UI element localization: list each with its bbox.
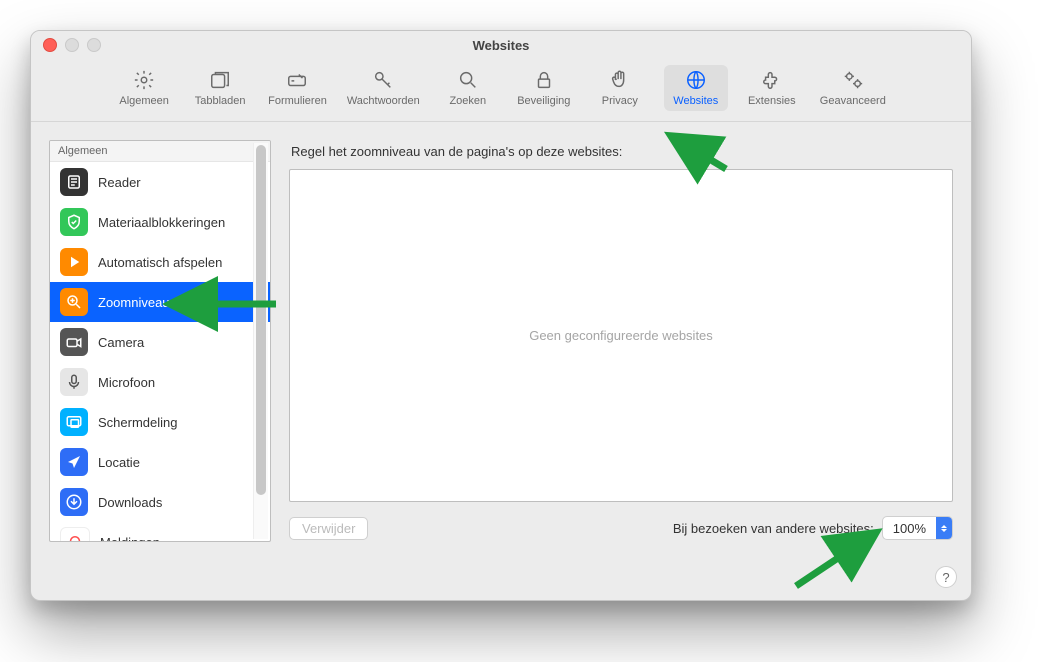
shield-check-icon [60,208,88,236]
window-title: Websites [473,38,530,53]
main-panel: Regel het zoomniveau van de pagina's op … [289,140,953,540]
default-zoom-label: Bij bezoeken van andere websites: [673,521,874,536]
sidebar-item-label: Zoomniveau [98,295,170,310]
bell-icon [60,527,90,542]
minimize-window-button[interactable] [65,38,79,52]
toolbar-label: Tabbladen [195,95,246,107]
sidebar-item-reader[interactable]: Reader [50,162,270,202]
default-zoom-select[interactable]: 100% [882,516,953,540]
select-value: 100% [883,521,936,536]
sidebar: Algemeen Reader Materiaalblokkeringen [49,140,271,542]
toolbar-tab-extensions[interactable]: Extensies [740,65,804,111]
sidebar-item-microphone[interactable]: Microfoon [50,362,270,402]
key-icon [372,69,394,91]
sidebar-item-downloads[interactable]: Downloads [50,482,270,522]
toolbar-label: Zoeken [449,95,486,107]
pencil-card-icon [286,69,308,91]
sidebar-item-label: Schermdeling [98,415,178,430]
sidebar-item-zoom[interactable]: Zoomniveau [50,282,270,322]
scrollbar-thumb[interactable] [256,145,266,495]
traffic-lights [43,38,101,52]
screen-share-icon [60,408,88,436]
preferences-window: Websites Algemeen Tabbladen Formulieren [30,30,972,601]
tabs-icon [209,69,231,91]
toolbar-tab-security[interactable]: Beveiliging [512,65,576,111]
empty-state-text: Geen geconfigureerde websites [529,328,713,343]
sidebar-item-label: Materiaalblokkeringen [98,215,225,230]
configured-websites-list[interactable]: Geen geconfigureerde websites [289,169,953,502]
gear-icon [133,69,155,91]
chevron-up-down-icon [936,517,952,539]
toolbar: Algemeen Tabbladen Formulieren Wachtwoor… [31,59,971,122]
scrollbar[interactable] [253,143,268,539]
toolbar-tab-forms[interactable]: Formulieren [264,65,331,111]
content-area: Algemeen Reader Materiaalblokkeringen [31,122,971,560]
panel-heading: Regel het zoomniveau van de pagina's op … [291,144,953,159]
sidebar-item-label: Automatisch afspelen [98,255,222,270]
sidebar-item-label: Camera [98,335,144,350]
location-arrow-icon [60,448,88,476]
toolbar-label: Privacy [602,95,638,107]
sidebar-section-header: Algemeen [50,141,270,162]
zoom-window-button[interactable] [87,38,101,52]
toolbar-tab-passwords[interactable]: Wachtwoorden [343,65,424,111]
globe-icon [685,69,707,91]
toolbar-label: Extensies [748,95,796,107]
toolbar-tab-advanced[interactable]: Geavanceerd [816,65,890,111]
toolbar-label: Websites [673,95,718,107]
play-icon [60,248,88,276]
toolbar-label: Formulieren [268,95,327,107]
remove-button[interactable]: Verwijder [289,517,368,540]
puzzle-icon [761,69,783,91]
toolbar-tab-tabs[interactable]: Tabbladen [188,65,252,111]
help-button[interactable]: ? [935,566,957,588]
toolbar-tab-websites[interactable]: Websites [664,65,728,111]
sidebar-item-screenshare[interactable]: Schermdeling [50,402,270,442]
toolbar-tab-general[interactable]: Algemeen [112,65,176,111]
sidebar-item-autoplay[interactable]: Automatisch afspelen [50,242,270,282]
microphone-icon [60,368,88,396]
sidebar-item-label: Meldingen [100,535,160,543]
sidebar-item-label: Locatie [98,455,140,470]
toolbar-label: Wachtwoorden [347,95,420,107]
toolbar-label: Geavanceerd [820,95,886,107]
sidebar-item-label: Microfoon [98,375,155,390]
sidebar-item-camera[interactable]: Camera [50,322,270,362]
gears-icon [842,69,864,91]
search-icon [457,69,479,91]
toolbar-label: Beveiliging [517,95,570,107]
reader-icon [60,168,88,196]
close-window-button[interactable] [43,38,57,52]
camera-icon [60,328,88,356]
toolbar-label: Algemeen [119,95,169,107]
sidebar-item-notifications[interactable]: Meldingen [50,522,270,542]
sidebar-item-blockers[interactable]: Materiaalblokkeringen [50,202,270,242]
sidebar-item-label: Reader [98,175,141,190]
bottom-controls: Verwijder Bij bezoeken van andere websit… [289,516,953,540]
titlebar: Websites [31,31,971,59]
toolbar-tab-search[interactable]: Zoeken [436,65,500,111]
lock-icon [533,69,555,91]
sidebar-item-location[interactable]: Locatie [50,442,270,482]
sidebar-item-label: Downloads [98,495,162,510]
zoom-icon [60,288,88,316]
download-icon [60,488,88,516]
toolbar-tab-privacy[interactable]: Privacy [588,65,652,111]
hand-icon [609,69,631,91]
